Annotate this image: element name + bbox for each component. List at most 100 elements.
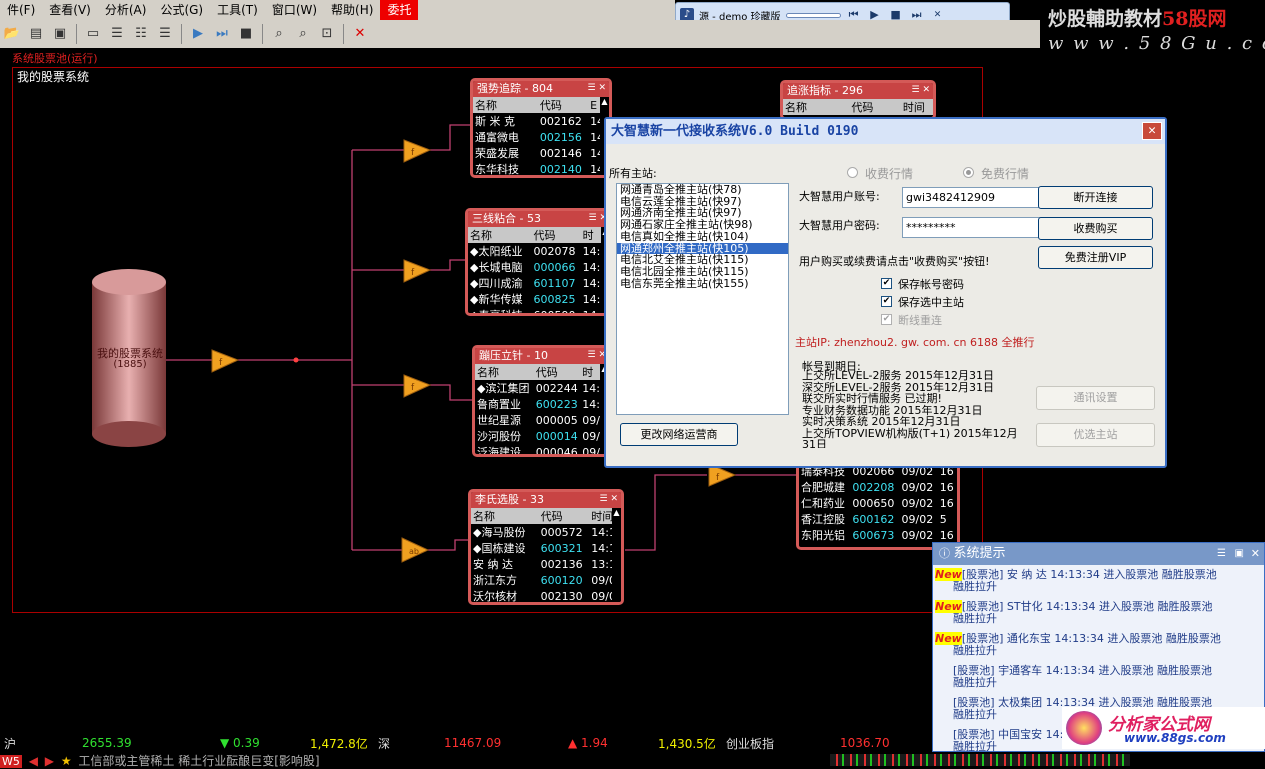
host-list-item[interactable]: 电信真如全推主站(快104) bbox=[617, 231, 788, 243]
notice-close-icon[interactable]: ✕ bbox=[1251, 543, 1260, 565]
close-icon[interactable]: ✕ bbox=[1142, 122, 1162, 140]
table-row[interactable]: 泛海建设 000046 09/0 bbox=[475, 444, 609, 455]
table-row[interactable]: 荣盛发展 002146 14 bbox=[473, 145, 609, 161]
radio-paid[interactable] bbox=[847, 167, 858, 178]
box-controls-icon[interactable]: ☰ ✕ bbox=[912, 83, 930, 98]
stock-pool-box[interactable]: 强势追踪 - 804 ☰ ✕ 名称 代码 E 斯 米 克 002162 14 通富微电 00215… bbox=[470, 78, 612, 178]
receive-system-dialog: 大智慧新一代接收系统V6.0 Build 0190 ✕ 所有主站: 网通青岛全推主… bbox=[604, 117, 1167, 468]
stock-pool-box[interactable]: 瑞泰科技 002066 09/02 16 合肥城建 002208 09/02 16 仁和药业 00… bbox=[796, 460, 960, 550]
comm-settings-button[interactable]: 通讯设置 bbox=[1036, 386, 1155, 410]
host-list[interactable]: 网通青岛全推主站(快78) 电信云莲全推主站(快97) 网通济南全推主站(快97) 网… bbox=[616, 183, 789, 415]
column-header[interactable]: 时间 bbox=[900, 99, 933, 115]
hosts-label: 所有主站: bbox=[609, 167, 657, 180]
host-list-item[interactable]: 网通青岛全推主站(快78) bbox=[617, 184, 788, 196]
column-header[interactable]: 名称 bbox=[471, 508, 539, 524]
buy-button[interactable]: 收费购买 bbox=[1038, 217, 1153, 240]
pool-box-title: 蹦压立针 - 10 ☰ ✕ bbox=[475, 348, 609, 364]
table-cell: 601107 bbox=[533, 276, 576, 290]
chk-save-host[interactable]: ✔ bbox=[881, 296, 892, 307]
box-controls-icon[interactable]: ☰ ✕ bbox=[588, 81, 606, 96]
table-row[interactable]: 鲁商置业 600223 14:1 bbox=[475, 396, 609, 412]
table-cell: ◆泰豪科技 bbox=[470, 309, 523, 316]
table-row[interactable]: 合肥城建 002208 09/02 16 bbox=[799, 479, 957, 495]
filter-node-icon[interactable]: f bbox=[403, 139, 432, 163]
pool-table: 瑞泰科技 002066 09/02 16 合肥城建 002208 09/02 16 仁和药业 00… bbox=[799, 463, 957, 543]
ticker-prev-icon[interactable]: ◀ bbox=[26, 754, 41, 768]
column-header[interactable]: 名称 bbox=[473, 97, 538, 113]
filter-node-icon[interactable]: f bbox=[403, 259, 432, 283]
table-row[interactable]: 斯 米 克 002162 14 bbox=[473, 113, 609, 129]
column-header[interactable]: 名称 bbox=[468, 227, 532, 243]
account-input[interactable]: gwi3482412909 bbox=[902, 187, 1048, 208]
table-row[interactable]: 沙河股份 000014 09/0 bbox=[475, 428, 609, 444]
flower-logo-icon bbox=[1066, 711, 1102, 745]
column-header[interactable]: 代码 bbox=[531, 227, 581, 243]
table-row[interactable]: 沃尔核材 002130 09/0 bbox=[471, 588, 621, 603]
table-row[interactable]: 东阳光铝 600673 09/02 16 bbox=[799, 527, 957, 543]
register-vip-button[interactable]: 免费注册VIP bbox=[1038, 246, 1153, 269]
table-row[interactable]: 仁和药业 000650 09/02 16 bbox=[799, 495, 957, 511]
stock-pool-box[interactable]: 三线粘合 - 53 ☰ ✕ 名称 代码时 ◆太阳纸业 002078 14:1 ◆长城电脑 000… bbox=[465, 208, 613, 316]
chk-reconnect[interactable]: ✔ bbox=[881, 314, 892, 325]
table-cell: ◆长城电脑 bbox=[470, 261, 523, 274]
scrollbar[interactable]: ▲ bbox=[612, 508, 621, 602]
table-cell: 002130 bbox=[540, 589, 583, 603]
disconnect-button[interactable]: 断开连接 bbox=[1038, 186, 1153, 209]
cy-value: 1036.70 bbox=[840, 736, 890, 750]
stock-pool-box[interactable]: 蹦压立针 - 10 ☰ ✕ 名称 代码时 ◆滨江集团 002244 14:1 鲁商置业 6002… bbox=[472, 345, 612, 457]
stock-pool-box[interactable]: 李氏选股 - 33 ☰ ✕ 名称 代码 时间 ◆海马股份 000572 14:1 ◆国栋建设 60… bbox=[468, 489, 624, 605]
ticker-next-icon[interactable]: ▶ bbox=[45, 754, 54, 768]
chk-reconnect-label: 断线重连 bbox=[898, 314, 942, 327]
pool-box-title: 三线粘合 - 53 ☰ ✕ bbox=[468, 211, 610, 227]
table-row[interactable]: ◆滨江集团 002244 14:1 bbox=[475, 380, 609, 396]
radio-free[interactable] bbox=[963, 167, 974, 178]
table-cell: 通富微电 bbox=[475, 131, 519, 144]
table-cell: 600825 bbox=[533, 292, 576, 306]
table-cell: 000014 bbox=[535, 429, 578, 443]
table-cell: 合肥城建 bbox=[801, 481, 845, 494]
table-row[interactable]: ◆泰豪科技 600590 14:1 bbox=[468, 307, 610, 316]
table-row[interactable]: ◆太阳纸业 002078 14:1 bbox=[468, 243, 610, 259]
column-header[interactable]: 代码 bbox=[538, 508, 590, 524]
table-row[interactable]: ◆国栋建设 600321 14:1 bbox=[471, 540, 621, 556]
best-host-button[interactable]: 优选主站 bbox=[1036, 423, 1155, 447]
filter-node-icon[interactable]: f bbox=[403, 374, 432, 398]
chk-save-password[interactable]: ✔ bbox=[881, 278, 892, 289]
table-row[interactable]: 通富微电 002156 14 bbox=[473, 129, 609, 145]
change-isp-button[interactable]: 更改网络运营商 bbox=[620, 423, 738, 446]
table-row[interactable]: 安 纳 达 002136 13:1 bbox=[471, 556, 621, 572]
column-header[interactable]: 代码 bbox=[537, 97, 589, 113]
table-cell: 600321 bbox=[540, 541, 583, 555]
table-row[interactable]: ◆四川成渝 601107 14:1 bbox=[468, 275, 610, 291]
column-header[interactable]: 名称 bbox=[783, 99, 850, 115]
filter-node-icon[interactable]: f bbox=[211, 349, 240, 373]
notice-item-text: [股票池] ST甘化 14:13:34 进入股票池 融胜股票池 bbox=[961, 600, 1213, 613]
host-ip: 主站IP: zhenzhou2. gw. com. cn 6188 全推行 bbox=[795, 336, 1035, 349]
table-cell: 600120 bbox=[540, 573, 583, 587]
table-row[interactable]: ◆新华传媒 600825 14:1 bbox=[468, 291, 610, 307]
table-row[interactable]: 香江控股 600162 09/02 5 bbox=[799, 511, 957, 527]
box-controls-icon[interactable]: ☰ ✕ bbox=[600, 492, 618, 507]
column-header[interactable]: 代码 bbox=[849, 99, 901, 115]
table-row[interactable]: ◆长城电脑 000066 14:1 bbox=[468, 259, 610, 275]
notice-item-sub: 融胜拉升 bbox=[953, 644, 997, 657]
table-row[interactable]: 东华科技 002140 14 bbox=[473, 161, 609, 176]
stock-pool-box[interactable]: 追涨指标 - 296 ☰ ✕ 名称 代码 时间 bbox=[780, 80, 936, 120]
table-row[interactable]: 世纪星源 000005 09/0 bbox=[475, 412, 609, 428]
password-input[interactable]: ********* bbox=[902, 217, 1048, 238]
column-header[interactable]: 代码 bbox=[533, 364, 581, 380]
notice-menu-icon[interactable]: ☰ bbox=[1217, 543, 1226, 565]
filter-node-icon[interactable]: ab bbox=[401, 537, 430, 563]
table-cell: ◆海马股份 bbox=[473, 526, 526, 539]
table-row[interactable]: ◆海马股份 000572 14:1 bbox=[471, 524, 621, 540]
star-icon[interactable]: ★ bbox=[58, 754, 75, 768]
notice-pin-icon[interactable]: ▣ bbox=[1235, 543, 1244, 565]
pool-box-title-text: 蹦压立针 - 10 bbox=[479, 349, 548, 362]
host-list-item[interactable]: 电信东莞全推主站(快155) bbox=[617, 277, 788, 290]
column-header[interactable]: 名称 bbox=[475, 364, 534, 380]
host-list-item[interactable]: 电信北园全推主站(快115) bbox=[617, 266, 788, 278]
cy-label: 创业板指 bbox=[726, 736, 775, 751]
table-cell: 600223 bbox=[535, 397, 578, 411]
table-row[interactable]: 浙江东方 600120 09/0 bbox=[471, 572, 621, 588]
table-cell: 16 bbox=[939, 480, 954, 494]
